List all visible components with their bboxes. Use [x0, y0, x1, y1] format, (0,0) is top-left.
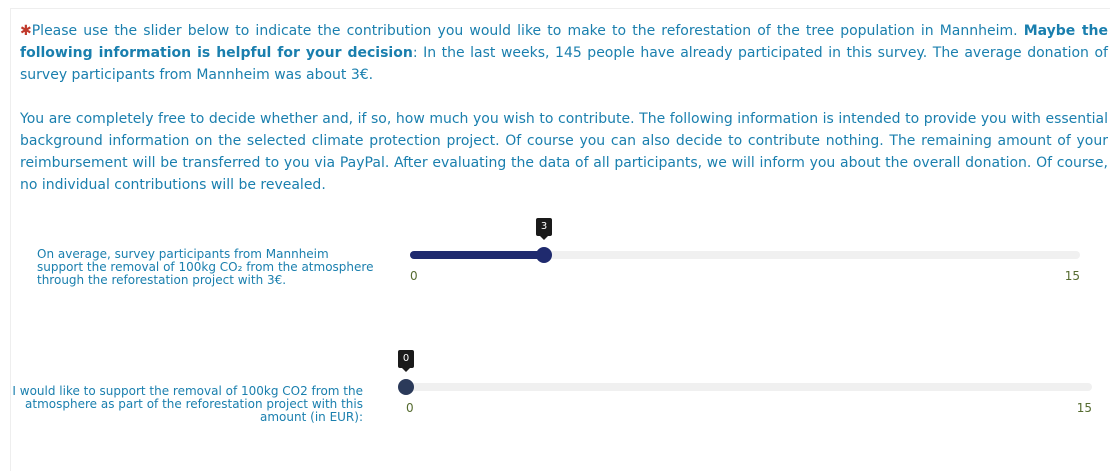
contribution-slider[interactable]: 0 0 15 — [398, 350, 1092, 415]
required-marker: ✱ — [20, 23, 32, 39]
average-slider-fill — [410, 251, 544, 259]
contribution-slider-tooltip: 0 — [398, 350, 414, 372]
contribution-slider-min-label: 0 — [406, 401, 414, 415]
contribution-slider-label: I would like to support the removal of 1… — [12, 384, 363, 424]
average-slider-handle[interactable] — [536, 247, 552, 263]
instruction-paragraph-1: ✱Please use the slider below to indicate… — [20, 20, 1108, 86]
average-slider-min-label: 0 — [410, 269, 418, 283]
instruction-intro: Please use the slider below to indicate … — [31, 23, 1024, 39]
average-slider-tooltip: 3 — [536, 218, 552, 240]
average-slider-label: On average, survey participants from Man… — [37, 247, 374, 287]
contribution-slider-max-label: 15 — [1076, 401, 1092, 415]
average-slider[interactable]: 3 0 15 — [410, 218, 1080, 283]
average-slider-max-label: 15 — [1064, 269, 1080, 283]
contribution-slider-handle[interactable] — [398, 379, 414, 395]
instruction-paragraph-2: You are completely free to decide whethe… — [20, 111, 1108, 193]
